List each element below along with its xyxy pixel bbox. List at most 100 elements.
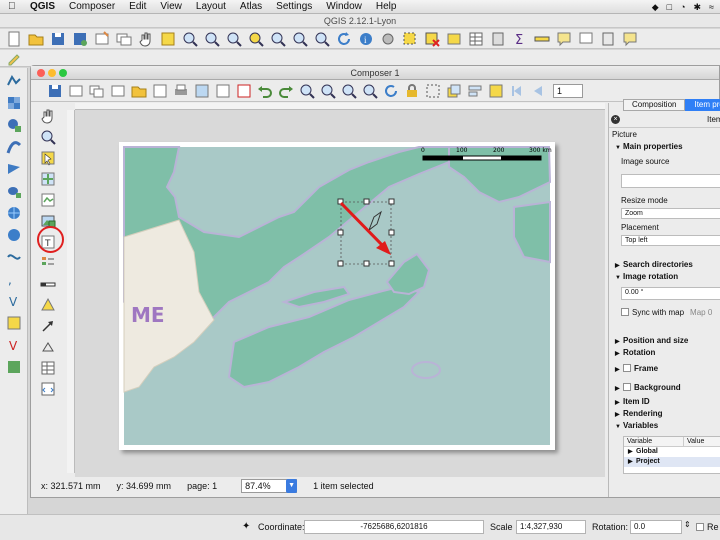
first-feature-icon[interactable] [507,82,527,100]
menu-settings[interactable]: Settings [276,1,312,12]
add-html-frame-icon[interactable] [38,380,58,398]
load-template-icon[interactable] [129,82,149,100]
current-edits-icon[interactable] [4,49,24,67]
add-mssql-icon[interactable] [4,160,24,178]
statistics-sigma-icon[interactable]: Σ [510,30,530,48]
raise-items-icon[interactable] [444,82,464,100]
export-image-icon[interactable] [192,82,212,100]
placement-select[interactable]: Top left [621,235,720,246]
move-item-content-icon[interactable] [38,170,58,188]
print-icon[interactable] [171,82,191,100]
group-rendering[interactable]: ▶ Rendering [615,409,663,418]
zoom-full-icon[interactable] [224,30,244,48]
render-toggle[interactable]: Re [696,522,719,532]
menu-layout[interactable]: Layout [196,1,226,12]
resize-handle-w[interactable] [337,229,344,236]
add-wfs-icon[interactable] [4,248,24,266]
add-raster-icon[interactable] [4,94,24,112]
identify-icon[interactable]: i [356,30,376,48]
zoom-in-icon[interactable] [180,30,200,48]
variables-row-project[interactable]: ▶ Project [624,457,720,467]
zoom-in-icon[interactable] [339,82,359,100]
settings-icon[interactable] [378,30,398,48]
bookmark-icon[interactable] [598,30,618,48]
collapse-triangle-icon[interactable]: ▼ [615,145,623,151]
variables-row-global[interactable]: ▶ Global [624,447,720,457]
select-move-item-icon[interactable] [38,149,58,167]
clock-icon[interactable]: ◔ [680,0,685,14]
add-grass-icon[interactable] [4,314,24,332]
screen-icon[interactable]: □ [667,0,672,14]
composer-manager-icon[interactable] [114,30,134,48]
coordinate-field[interactable]: -7625686,6201816 [304,520,484,534]
add-map-icon[interactable] [38,191,58,209]
attribute-table-icon[interactable] [466,30,486,48]
tab-composition[interactable]: Composition [623,99,686,111]
zoom-next-icon[interactable] [312,30,332,48]
export-svg-icon[interactable] [213,82,233,100]
deselect-icon[interactable] [422,30,442,48]
prev-feature-icon[interactable] [528,82,548,100]
undo-icon[interactable] [255,82,275,100]
group-position-size[interactable]: ▶ Position and size [615,336,688,345]
collapse-triangle-icon[interactable]: ▼ [615,275,623,281]
group-main-properties[interactable]: ▼ Main properties [615,142,683,151]
close-window-button[interactable] [37,69,45,77]
image-source-input[interactable] [621,174,720,188]
scale-combo[interactable]: 1:4,327,930 [516,520,586,534]
resize-handle-ne[interactable] [388,198,395,205]
measure-icon[interactable] [532,30,552,48]
save-project-icon[interactable] [48,30,68,48]
menu-qgis[interactable]: QGIS [30,1,55,12]
expand-triangle-icon[interactable]: ▶ [628,457,636,467]
wifi-icon[interactable]: ≈ [709,0,714,14]
group-items-icon[interactable] [423,82,443,100]
menu-window[interactable]: Window [326,1,362,12]
resize-handle-n[interactable] [363,198,370,205]
menu-view[interactable]: View [160,1,182,12]
expand-triangle-icon[interactable]: ▶ [615,350,623,357]
expand-triangle-icon[interactable]: ▶ [615,262,623,269]
zoom-full-icon[interactable] [297,82,317,100]
composer-canvas[interactable]: ME 0 100 200 300 km [75,110,605,480]
map-item[interactable]: ME 0 100 200 300 km [119,142,555,450]
save-as-icon[interactable] [70,30,90,48]
expand-triangle-icon[interactable]: ▶ [615,411,623,418]
group-background[interactable]: ▶ Background [615,383,681,392]
atlas-preview-icon[interactable] [486,82,506,100]
refresh-icon[interactable] [334,30,354,48]
new-spatialite-layer-icon[interactable] [4,358,24,376]
zoom-out-icon[interactable] [202,30,222,48]
minimize-window-button[interactable] [48,69,56,77]
menu-edit[interactable]: Edit [129,1,146,12]
atlas-page-input[interactable]: 1 [553,83,583,98]
map-tips-icon[interactable] [576,30,596,48]
resize-handle-e[interactable] [388,229,395,236]
resize-handle-se[interactable] [388,260,395,267]
frame-checkbox[interactable] [623,364,631,372]
open-project-icon[interactable] [26,30,46,48]
add-virtual-layer-icon[interactable]: V [4,292,24,310]
apple-icon[interactable]:  [8,1,20,12]
new-composer-icon[interactable] [92,30,112,48]
select-features-icon[interactable] [400,30,420,48]
annotation-icon[interactable] [554,30,574,48]
panel-close-icon[interactable]: × [611,114,620,124]
add-delimited-text-icon[interactable]: , [4,270,24,288]
resize-handle-s[interactable] [363,260,370,267]
group-frame[interactable]: ▶ Frame [615,364,658,373]
background-checkbox[interactable] [623,383,631,391]
zoom-tool-icon[interactable] [38,128,58,146]
add-arrow-icon[interactable] [38,317,58,335]
new-project-icon[interactable] [4,30,24,48]
rotation-spinbox[interactable]: 0.00 ° [621,287,720,300]
refresh-view-icon[interactable] [381,82,401,100]
zoom-out-icon[interactable] [360,82,380,100]
pan-to-selection-icon[interactable] [158,30,178,48]
chevron-down-icon[interactable]: ▼ [286,479,298,493]
zoom-layer-icon[interactable] [246,30,266,48]
add-oracle-icon[interactable] [4,182,24,200]
duplicate-composer-icon[interactable] [87,82,107,100]
resize-handle-sw[interactable] [337,260,344,267]
group-image-rotation[interactable]: ▼ Image rotation [615,272,678,281]
